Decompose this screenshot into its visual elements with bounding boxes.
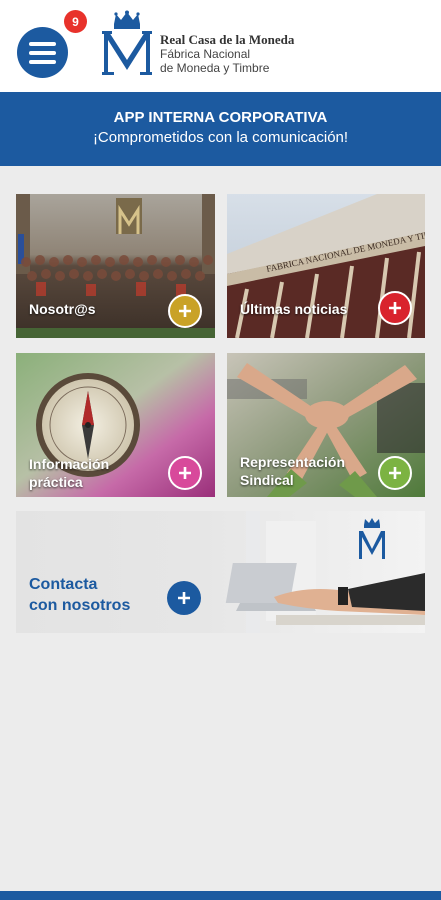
plus-icon[interactable]: [167, 581, 201, 615]
menu-icon-bar: [29, 50, 56, 55]
contact-label-line1: Contacta: [29, 576, 98, 593]
brand-line-1: Real Casa de la Moneda: [160, 32, 295, 47]
fnmt-crown-logo-icon: [102, 10, 152, 75]
tile-sindical-label-line1: Representación: [240, 454, 346, 470]
tile-info-label-line1: Información: [29, 456, 110, 472]
plus-icon[interactable]: [378, 456, 412, 490]
tile-info-label-line2: práctica: [29, 474, 83, 490]
banner-title: APP INTERNA CORPORATIVA: [113, 109, 328, 126]
tile-nosotros[interactable]: Nosotr@s: [16, 194, 215, 338]
tile-noticias-label: Últimas noticias: [240, 301, 348, 317]
bottom-bar: [0, 891, 441, 900]
brand-line-2: Fábrica Nacional: [160, 47, 251, 61]
menu-icon: [29, 41, 56, 46]
tile-representacion-sindical[interactable]: Representación Sindical: [227, 353, 425, 497]
app-header: 9 Real Casa de la Moneda Fábrica Naciona…: [0, 0, 441, 92]
tile-ultimas-noticias[interactable]: FABRICA NACIONAL DE MONEDA Y TIMBRE Últi…: [227, 194, 425, 338]
plus-icon[interactable]: [378, 291, 412, 325]
plus-icon[interactable]: [168, 456, 202, 490]
tile-sindical-label: Representación Sindical: [240, 453, 345, 489]
banner-subtitle: ¡Comprometidos con la comunicación!: [92, 129, 349, 146]
corporate-banner: APP INTERNA CORPORATIVA ¡Comprometidos c…: [0, 92, 441, 166]
tile-informacion-practica[interactable]: Información práctica: [16, 353, 215, 497]
brand-text: Real Casa de la Moneda Fábrica Nacional …: [160, 32, 420, 76]
contact-label: Contacta con nosotros: [29, 574, 130, 616]
plus-icon[interactable]: [168, 294, 202, 328]
tile-nosotros-label: Nosotr@s: [29, 301, 96, 317]
menu-icon-bar: [29, 59, 56, 64]
hamburger-menu-button[interactable]: [17, 27, 68, 78]
tile-contacta-con-nosotros[interactable]: Contacta con nosotros: [16, 511, 425, 633]
tile-info-label: Información práctica: [29, 455, 109, 491]
tile-sindical-label-line2: Sindical: [240, 472, 294, 488]
brand-line-3: de Moneda y Timbre: [160, 61, 270, 75]
contact-label-line2: con nosotros: [29, 597, 131, 614]
notification-badge[interactable]: 9: [64, 10, 87, 33]
